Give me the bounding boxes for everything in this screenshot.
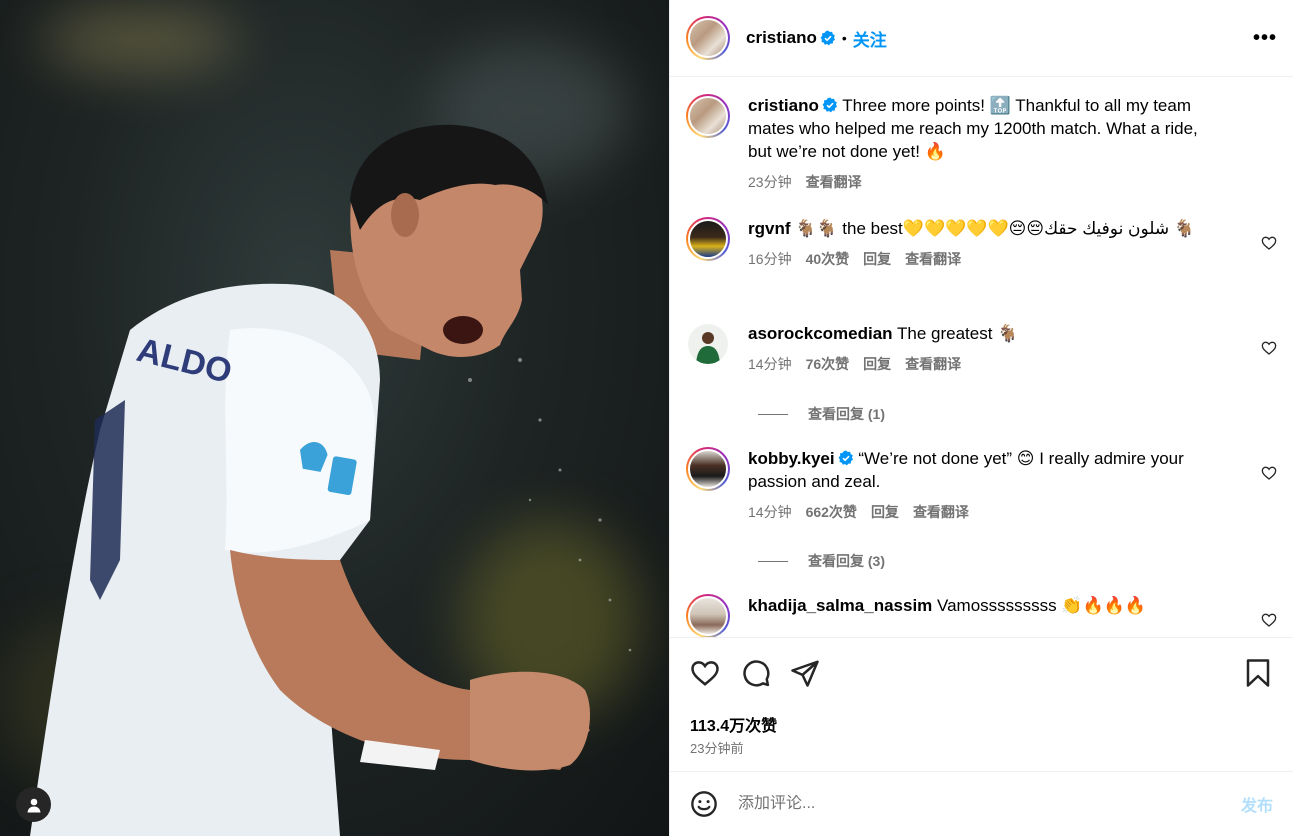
like-comment-heart-icon[interactable]	[1261, 235, 1277, 251]
comment-input[interactable]	[738, 795, 1241, 813]
translate-link[interactable]: 查看翻译	[905, 248, 961, 271]
more-options-button[interactable]: •••	[1253, 27, 1277, 50]
replies-divider	[758, 560, 788, 562]
comment-time: 14分钟	[748, 504, 792, 520]
save-bookmark-icon[interactable]	[1243, 658, 1273, 688]
reply-button[interactable]: 回复	[863, 353, 891, 376]
verified-badge-icon	[822, 97, 837, 113]
comment-likes[interactable]: 662次赞	[806, 501, 857, 524]
share-send-icon[interactable]	[790, 658, 820, 688]
post-comment-button[interactable]: 发布	[1241, 792, 1273, 816]
like-comment-heart-icon[interactable]	[1261, 465, 1277, 481]
caption-translate-link[interactable]: 查看翻译	[806, 171, 862, 194]
author-avatar[interactable]	[686, 16, 730, 60]
comment-likes[interactable]: 76次赞	[806, 353, 850, 376]
add-comment-bar: 发布	[670, 772, 1293, 836]
comment-bubble-icon[interactable]	[741, 658, 771, 688]
caption-username[interactable]: cristiano	[748, 96, 819, 115]
reply-button[interactable]: 回复	[871, 501, 899, 524]
comment-text: The greatest 🐐	[896, 324, 1019, 343]
likes-count[interactable]: 113.4万次赞	[690, 712, 777, 736]
translate-link[interactable]: 查看翻译	[905, 353, 961, 376]
comments-list[interactable]: cristiano Three more points! 🔝 Thankful …	[670, 77, 1293, 637]
author-avatar[interactable]	[686, 94, 730, 138]
post-side-panel: cristiano • 关注 ••• cristiano Three more …	[669, 0, 1293, 836]
comment-username[interactable]: khadija_salma_nassim	[748, 596, 932, 615]
translate-link[interactable]: 查看翻译	[913, 501, 969, 524]
view-replies-button[interactable]: 查看回复 (1)	[758, 404, 885, 424]
comment-username[interactable]: asorockcomedian	[748, 324, 893, 343]
verified-badge-icon	[820, 30, 835, 46]
comment-time: 14分钟	[748, 356, 792, 372]
like-comment-heart-icon[interactable]	[1261, 340, 1277, 356]
author-username[interactable]: cristiano	[746, 28, 817, 48]
replies-divider	[758, 413, 788, 415]
view-replies-label: 查看回复 (1)	[808, 406, 885, 422]
comment-username[interactable]: rgvnf	[748, 219, 791, 238]
view-replies-label: 查看回复 (3)	[808, 553, 885, 569]
follow-button[interactable]: 关注	[853, 26, 887, 51]
comment-text: 🐐🐐 the best💛💛💛💛💛😔😔شلون نوفيك حقك 🐐	[795, 219, 1196, 238]
comment-likes[interactable]: 40次赞	[806, 248, 850, 271]
user-icon	[27, 798, 40, 812]
comment-item: rgvnf 🐐🐐 the best💛💛💛💛💛😔😔شلون نوفيك حقك 🐐…	[686, 217, 1277, 271]
post-timestamp: 23分钟前	[690, 741, 744, 756]
post-photo[interactable]: ALDO	[0, 0, 669, 836]
comment-username[interactable]: kobby.kyei	[748, 449, 835, 468]
commenter-avatar[interactable]	[686, 447, 730, 491]
view-replies-button[interactable]: 查看回复 (3)	[758, 551, 885, 571]
reply-button[interactable]: 回复	[863, 248, 891, 271]
like-heart-icon[interactable]	[690, 658, 720, 688]
post-caption: cristiano Three more points! 🔝 Thankful …	[686, 94, 1277, 194]
post-header: cristiano • 关注 •••	[670, 0, 1293, 77]
commenter-avatar[interactable]	[686, 594, 730, 637]
tagged-users-button[interactable]	[16, 787, 51, 822]
separator-dot: •	[841, 30, 847, 46]
emoji-icon[interactable]	[690, 790, 718, 818]
player-illustration: ALDO	[30, 124, 632, 836]
commenter-avatar[interactable]	[688, 324, 728, 364]
comment-item: kobby.kyei “We’re not done yet” 😊 I real…	[686, 447, 1277, 524]
comment-item: asorockcomedian The greatest 🐐 14分钟 76次赞…	[686, 322, 1277, 376]
post-actions-section: 113.4万次赞 23分钟前	[670, 637, 1293, 772]
commenter-avatar[interactable]	[686, 217, 730, 261]
caption-time: 23分钟	[748, 174, 792, 190]
comment-text: Vamosssssssss 👏🔥🔥🔥	[937, 596, 1147, 615]
like-comment-heart-icon[interactable]	[1261, 612, 1277, 628]
action-bar	[690, 658, 1273, 690]
comment-time: 16分钟	[748, 251, 792, 267]
instagram-post-modal: ALDO cristiano • 关注 ••• cristiano Three …	[0, 0, 1293, 836]
verified-badge-icon	[838, 450, 853, 466]
comment-item: khadija_salma_nassim Vamosssssssss 👏🔥🔥🔥	[686, 594, 1277, 637]
